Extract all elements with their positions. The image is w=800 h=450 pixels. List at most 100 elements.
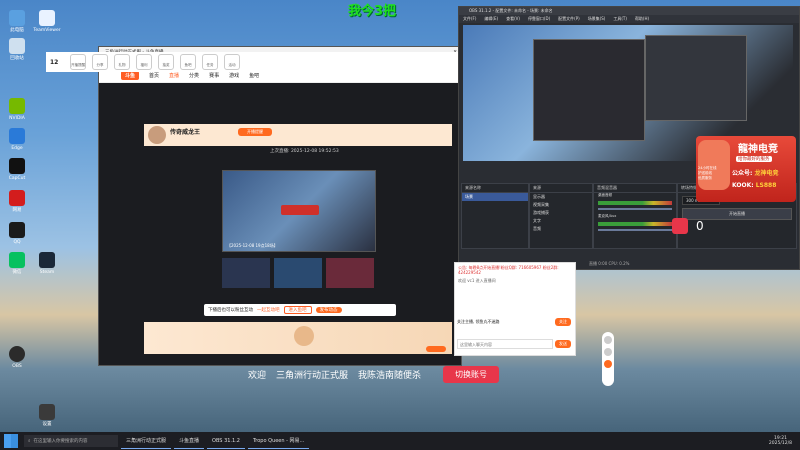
settings-icon (39, 404, 55, 420)
desktop-icon-steam[interactable]: Steam (30, 252, 64, 275)
capcut-icon (9, 158, 25, 174)
teamviewer-icon (39, 10, 55, 26)
taskbar-item-browser[interactable]: 三角洲行动正式服 (121, 434, 172, 449)
desktop-icon-edge[interactable]: Edge (0, 128, 34, 151)
source-item[interactable]: 音频 (530, 225, 592, 233)
video-card[interactable] (326, 258, 374, 288)
obs-menu-docks[interactable]: 停靠窗口(D) (528, 15, 550, 23)
room-toolbar: 12 开播提醒 分享 礼物 福利 抽奖 鱼吧 任务 活动 (46, 52, 458, 72)
scenes-header: 来源名称 (462, 184, 528, 193)
post-dynamic-button[interactable]: 发布动态 (315, 307, 342, 313)
chat-panel: 公告: 每晚8点开始直播!粉丝Q群: 716605967 粉丝2群: 42422… (454, 262, 576, 356)
play-button[interactable] (281, 205, 319, 215)
enter-fishbar-button[interactable]: 进入鱼吧 (283, 306, 312, 314)
taskbar-search[interactable]: ⌕ 在这里输入你要搜索的内容 (24, 435, 118, 447)
desktop-icon-settings[interactable]: 设置 (30, 404, 64, 427)
desktop-icon-teamviewer[interactable]: TeamViewer (30, 10, 64, 33)
volume-slider[interactable] (598, 229, 672, 231)
nav-live[interactable]: 直播 (169, 72, 179, 79)
switch-account-button[interactable]: 切换账号 (443, 366, 500, 383)
scene-item[interactable]: 场景 (462, 193, 528, 201)
send-button[interactable]: 发送 (555, 340, 571, 348)
desktop-icon-pc[interactable]: 此电脑 (0, 10, 34, 33)
windows-start-icon[interactable] (4, 434, 18, 448)
game-title: 三角洲行动正式服 (276, 371, 349, 381)
desktop-icon-nvidia[interactable]: NVIDIA (0, 98, 34, 121)
sources-header: 来源 (530, 184, 592, 193)
obs-menu-profile[interactable]: 配置文件(P) (558, 15, 580, 23)
desktop-icon-wechat[interactable]: 微信 (0, 252, 34, 275)
popup-link[interactable]: 一起互动吧 (257, 307, 280, 313)
fan-count: 12 (50, 58, 59, 66)
ad-slogan: 给你最好的服务 (736, 156, 772, 162)
follow-prompt: 关注主播, 领鱼丸不迷路 (457, 319, 500, 324)
toolbar-share[interactable]: 分享 (92, 54, 108, 70)
desktop-icon-netease[interactable]: 网易 (0, 190, 34, 213)
desktop-icon-recycle[interactable]: 回收站 (0, 38, 34, 61)
source-item[interactable]: 文字 (530, 217, 592, 225)
chat-notice: 公告: 每晚8点开始直播!粉丝Q群: 716605967 粉丝2群: 42422… (458, 265, 559, 275)
source-item[interactable]: 游戏捕获 (530, 209, 592, 217)
audio-meter (598, 222, 672, 226)
remind-button[interactable]: 开播提醒 (238, 128, 272, 136)
welcome-banner: 欢迎 三角洲行动正式服 我陈浩南随便杀 切换账号 (248, 366, 500, 383)
desktop-icon-qq[interactable]: QQ (0, 222, 34, 245)
taskbar-item-obs[interactable]: OBS 31.1.2 (207, 434, 245, 449)
dragon-mascot (698, 140, 730, 190)
gift-bar (144, 322, 452, 354)
obs-menu-file[interactable]: 文件(F) (463, 15, 476, 23)
toolbar-task[interactable]: 任务 (202, 54, 218, 70)
interaction-popup: 下播后也可以粉丝互动 一起互动吧 进入鱼吧 发布动态 (204, 304, 396, 316)
taskbar-item-douyu[interactable]: 斗鱼直播 (174, 434, 205, 449)
side-tool-icon[interactable] (604, 360, 612, 368)
obs-menu-tools[interactable]: 工具(T) (613, 15, 627, 23)
desktop-icon-capcut[interactable]: CapCut (0, 158, 34, 181)
streamer-avatar[interactable] (148, 126, 166, 144)
video-card[interactable] (222, 258, 270, 288)
follow-button[interactable]: 关注 (555, 318, 571, 326)
volume-slider[interactable] (598, 208, 672, 210)
ad-badge: 优质服务 (698, 176, 712, 180)
taskbar: ⌕ 在这里输入你要搜索的内容 三角洲行动正式服 斗鱼直播 OBS 31.1.2 … (0, 432, 800, 450)
obs-icon (9, 346, 25, 362)
nav-fishbar[interactable]: 鱼吧 (249, 72, 259, 79)
source-item[interactable]: 视频采集 (530, 201, 592, 209)
taskbar-clock[interactable]: 19:21 2025/12/8 (769, 436, 792, 446)
obs-menu-view[interactable]: 查看(V) (506, 15, 520, 23)
obs-titlebar: OBS 31.1.2 - 配置文件: 未命名 - 场景: 未命名 (459, 7, 799, 15)
desktop-icon-obs[interactable]: OBS (0, 346, 34, 369)
toolbar-welfare[interactable]: 福利 (136, 54, 152, 70)
obs-menu-edit[interactable]: 编辑(E) (484, 15, 498, 23)
ad-brand: 龍神电竞 (738, 144, 778, 155)
toolbar-gift[interactable]: 礼物 (114, 54, 130, 70)
obs-menu-scenes[interactable]: 场景集(S) (588, 15, 606, 23)
nav-events[interactable]: 赛事 (209, 72, 219, 79)
chat-input[interactable] (457, 339, 553, 349)
toolbar-remind[interactable]: 开播提醒 (70, 54, 86, 70)
nav-games[interactable]: 游戏 (229, 72, 239, 79)
video-card[interactable] (274, 258, 322, 288)
side-tool-icon[interactable] (604, 336, 612, 344)
streamer-name[interactable]: 传奇威龙王 (170, 127, 200, 136)
search-icon: ⌕ (28, 439, 31, 444)
gift-open-button[interactable] (426, 346, 446, 352)
source-item[interactable]: 显示器 (530, 193, 592, 201)
video-list (222, 258, 374, 288)
gift-item[interactable] (294, 326, 314, 346)
nav-category[interactable]: 分类 (189, 72, 199, 79)
toolbar-fishbar[interactable]: 鱼吧 (180, 54, 196, 70)
obs-menu-help[interactable]: 帮助(H) (635, 15, 649, 23)
toolbar-lottery[interactable]: 抽奖 (158, 54, 174, 70)
douyu-logo[interactable]: 斗鱼 (121, 71, 140, 80)
obs-menubar: 文件(F) 编辑(E) 查看(V) 停靠窗口(D) 配置文件(P) 场景集(S)… (459, 15, 799, 23)
heartbeat-icon (672, 218, 688, 234)
ad-kook-row: KOOK: LS888 (732, 182, 776, 189)
side-tool-icon[interactable] (604, 348, 612, 356)
preview-obs (645, 35, 747, 121)
stream-thumbnail[interactable]: 【2025-12-08 19点18场】 (222, 170, 376, 252)
ad-wechat: 龙神电竞 (754, 170, 779, 177)
taskbar-item-music[interactable]: Tropo Queen - 网易... (247, 434, 310, 449)
toolbar-activity[interactable]: 活动 (224, 54, 240, 70)
nav-home[interactable]: 首页 (149, 72, 159, 79)
stream-info: 上次直播: 2025-12-08 19:52:53 (270, 149, 339, 154)
